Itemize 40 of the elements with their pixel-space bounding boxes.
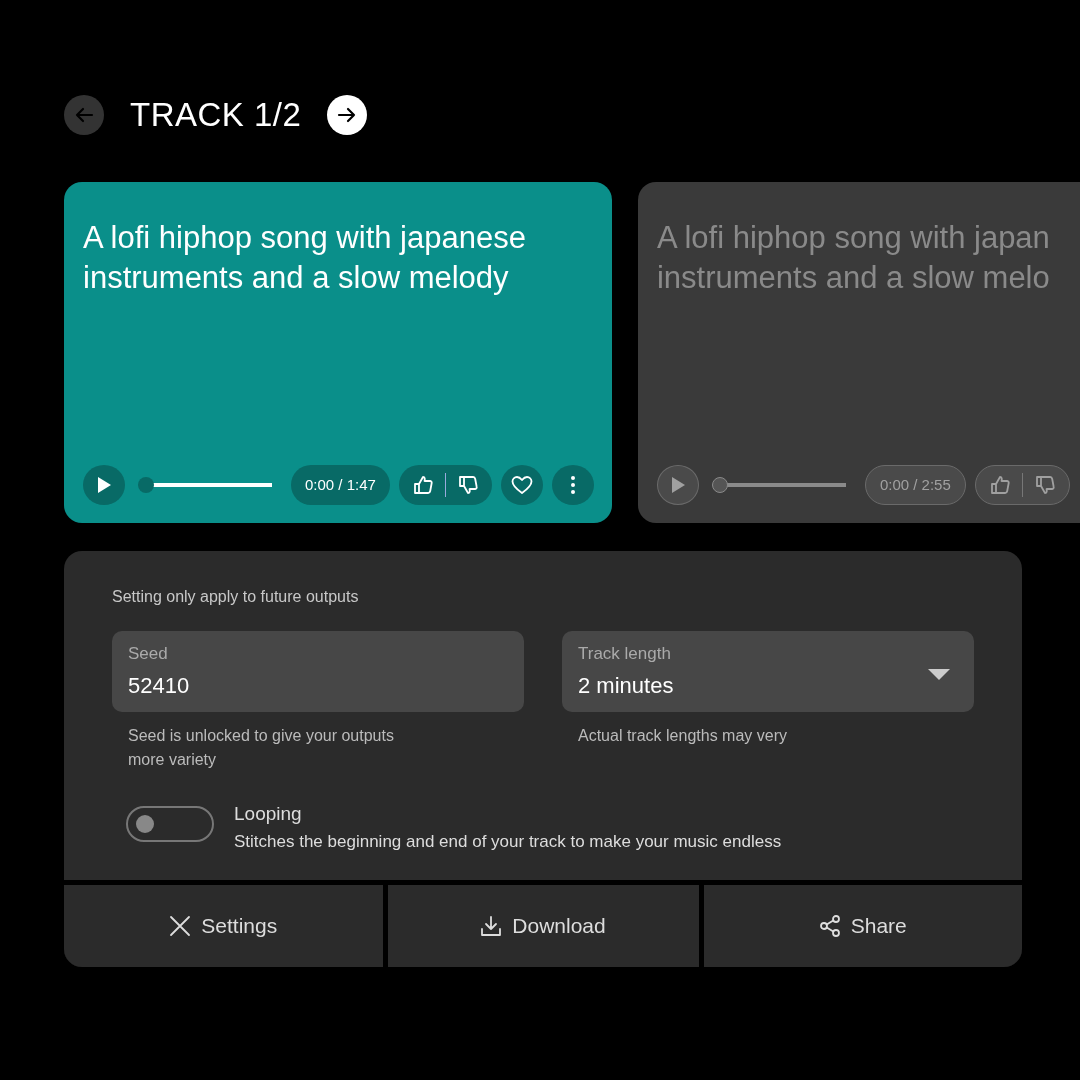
looping-description: Stitches the beginning and end of your track to make your music endless xyxy=(234,830,782,853)
download-icon xyxy=(480,915,503,937)
field-label: Track length xyxy=(578,643,672,665)
share-icon xyxy=(818,915,841,937)
more-vertical-icon xyxy=(569,475,576,495)
more-options-button[interactable] xyxy=(551,465,594,505)
looping-toggle[interactable] xyxy=(126,806,214,842)
time-display: 0:00 / 2:55 xyxy=(864,465,966,505)
field-label: Seed xyxy=(128,643,169,665)
seed-input-field[interactable]: Seed 52410 xyxy=(112,631,524,712)
play-icon xyxy=(669,476,686,494)
helper-text: Actual track lengths may very xyxy=(577,726,788,746)
progress-thumb[interactable] xyxy=(138,477,154,493)
thumbs-down-icon xyxy=(1034,475,1055,495)
favorite-button[interactable] xyxy=(500,465,543,505)
track-length-dropdown[interactable]: Track length 2 minutes xyxy=(562,631,974,712)
close-settings-button[interactable]: Settings xyxy=(64,885,383,967)
track-card[interactable]: A lofi hiphop song with japanese instruments and a slow melody 0:00 / 1:47 xyxy=(64,182,612,523)
helper-text: Seed is unlocked to give your outputs more variety xyxy=(127,726,395,770)
download-button[interactable]: Download xyxy=(387,885,699,967)
close-icon xyxy=(169,915,192,937)
dropdown-caret-icon xyxy=(928,669,950,681)
play-button[interactable] xyxy=(83,465,125,505)
thumbs-up-icon xyxy=(412,475,433,495)
heart-icon xyxy=(510,475,533,495)
play-icon xyxy=(96,476,112,494)
looping-label: Looping xyxy=(234,802,303,826)
settings-note: Setting only apply to future outputs xyxy=(112,587,360,607)
play-button[interactable] xyxy=(656,465,699,505)
progress-thumb[interactable] xyxy=(711,477,728,493)
track-counter: TRACK 1/2 xyxy=(130,95,302,136)
thumbs-up-icon xyxy=(989,475,1010,495)
track-prompt: A lofi hiphop song with japan instruments and a slow melo xyxy=(656,219,1051,297)
time-display: 0:00 / 1:47 xyxy=(291,465,390,505)
field-value: 52410 xyxy=(128,671,190,700)
thumbs-down-icon xyxy=(457,475,478,495)
field-value: 2 minutes xyxy=(578,671,674,700)
track-prompt: A lofi hiphop song with japanese instruments and a slow melody xyxy=(83,219,527,297)
share-button[interactable]: Share xyxy=(703,885,1022,967)
next-track-button[interactable] xyxy=(327,95,368,135)
